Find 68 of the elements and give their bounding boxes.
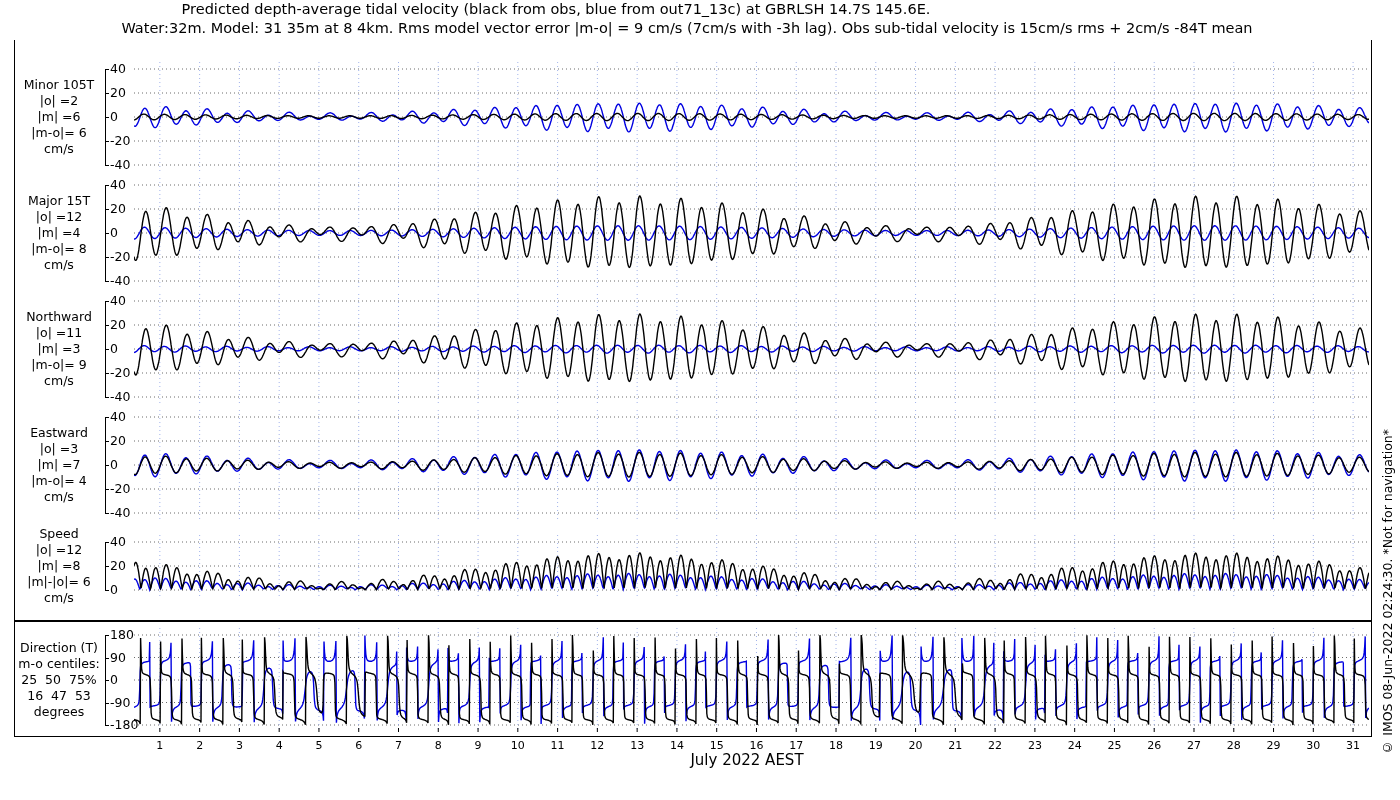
panel-label: Speed |o| =12 |m| =8 |m|-|o|= 6 cm/s bbox=[26, 526, 92, 606]
x-tick-label: 18 bbox=[829, 739, 843, 752]
x-tick-label: 7 bbox=[395, 739, 402, 752]
x-tick-label: 28 bbox=[1226, 739, 1241, 752]
y-tick-label: 40 bbox=[103, 535, 134, 549]
x-tick-label: 14 bbox=[669, 739, 684, 752]
y-tick-label: -20 bbox=[103, 134, 134, 148]
chart-title: Predicted depth-average tidal velocity (black from obs, blue from out71_13c) at GBRLSH 14.7S 145.6E. bbox=[180, 0, 932, 19]
x-tick-label: 13 bbox=[630, 739, 645, 752]
y-tick-label: -90 bbox=[103, 695, 134, 710]
x-axis-label: July 2022 AEST bbox=[690, 751, 804, 769]
y-tick-label: -20 bbox=[103, 250, 134, 264]
y-tick-label: 0 bbox=[103, 673, 134, 687]
x-tick-label: 6 bbox=[355, 739, 363, 752]
x-tick-label: 24 bbox=[1067, 739, 1082, 752]
x-tick-label: 2 bbox=[196, 739, 204, 752]
y-tick-label: 20 bbox=[103, 559, 134, 573]
y-tick-label: -40 bbox=[103, 274, 134, 288]
x-tick-label: 4 bbox=[275, 739, 283, 752]
x-tick-label: 11 bbox=[550, 739, 565, 752]
y-tick-label: 40 bbox=[103, 178, 134, 192]
x-tick-label: 16 bbox=[749, 739, 764, 752]
x-tick-label: 3 bbox=[235, 739, 243, 752]
x-tick-label: 1 bbox=[156, 739, 164, 752]
y-tick-label: -20 bbox=[103, 482, 134, 496]
y-tick-label: -40 bbox=[103, 506, 134, 520]
x-tick-label: 5 bbox=[315, 739, 323, 752]
y-tick-label: -40 bbox=[103, 390, 134, 404]
x-tick-label: 15 bbox=[709, 739, 724, 752]
x-tick-label: 10 bbox=[510, 739, 525, 752]
x-tick-label: 26 bbox=[1147, 739, 1162, 752]
panel-label: Minor 105T |o| =2 |m| =6 |m-o|= 6 cm/s bbox=[22, 77, 96, 157]
panel-label: Major 15T |o| =12 |m| =4 |m-o|= 8 cm/s bbox=[26, 193, 92, 273]
y-tick-label: 40 bbox=[103, 410, 134, 424]
x-tick-label: 30 bbox=[1306, 739, 1321, 752]
x-tick-label: 25 bbox=[1107, 739, 1122, 752]
y-tick-label: -20 bbox=[103, 366, 134, 380]
y-tick-label: 0 bbox=[103, 342, 134, 356]
chart-subtitle: Water:32m. Model: 31 35m at 8 4km. Rms model vector error |m-o| = 9 cm/s (7cm/s with -3h lag). Obs sub-tidal velocity is 15cm/s rms + 2cm/s -84T mean bbox=[120, 19, 1254, 38]
y-tick-label: 90 bbox=[103, 650, 134, 665]
x-tick-label: 12 bbox=[590, 739, 605, 752]
panel-label: Direction (T) m-o centiles: 25 50 75% 16 47 53 degrees bbox=[17, 640, 101, 720]
x-tick-label: 19 bbox=[868, 739, 883, 752]
x-tick-label: 31 bbox=[1346, 739, 1361, 752]
y-tick-label: 0 bbox=[103, 583, 134, 597]
y-tick-label: 40 bbox=[103, 294, 134, 308]
panel-label: Northward |o| =11 |m| =3 |m-o|= 9 cm/s bbox=[25, 309, 93, 389]
x-tick-label: 20 bbox=[908, 739, 923, 752]
x-tick-label: 21 bbox=[948, 739, 963, 752]
x-tick-label: 9 bbox=[474, 739, 482, 752]
y-tick-label: 20 bbox=[103, 434, 134, 448]
x-tick-label: 22 bbox=[988, 739, 1003, 752]
x-tick-label: 23 bbox=[1027, 739, 1042, 752]
y-tick-label: 0 bbox=[103, 458, 134, 472]
y-tick-label: 180 bbox=[103, 628, 134, 642]
panel-label: Eastward |o| =3 |m| =7 |m-o|= 4 cm/s bbox=[29, 425, 89, 505]
y-tick-label: 40 bbox=[103, 62, 134, 76]
x-tick-label: 8 bbox=[434, 739, 442, 752]
x-tick-label: 27 bbox=[1187, 739, 1201, 752]
y-tick-label: 0 bbox=[103, 110, 134, 124]
credit-text: © IMOS 08-Jun-2022 02:24:30. *Not for navigation* bbox=[1379, 429, 1395, 755]
y-tick-label: 20 bbox=[103, 86, 134, 100]
y-tick-label: -40 bbox=[103, 158, 134, 172]
x-tick-label: 29 bbox=[1266, 739, 1281, 752]
y-tick-label: 20 bbox=[103, 202, 134, 216]
y-tick-label: 20 bbox=[103, 318, 134, 332]
y-tick-label: 0 bbox=[103, 226, 134, 240]
x-tick-label: 17 bbox=[789, 739, 804, 752]
